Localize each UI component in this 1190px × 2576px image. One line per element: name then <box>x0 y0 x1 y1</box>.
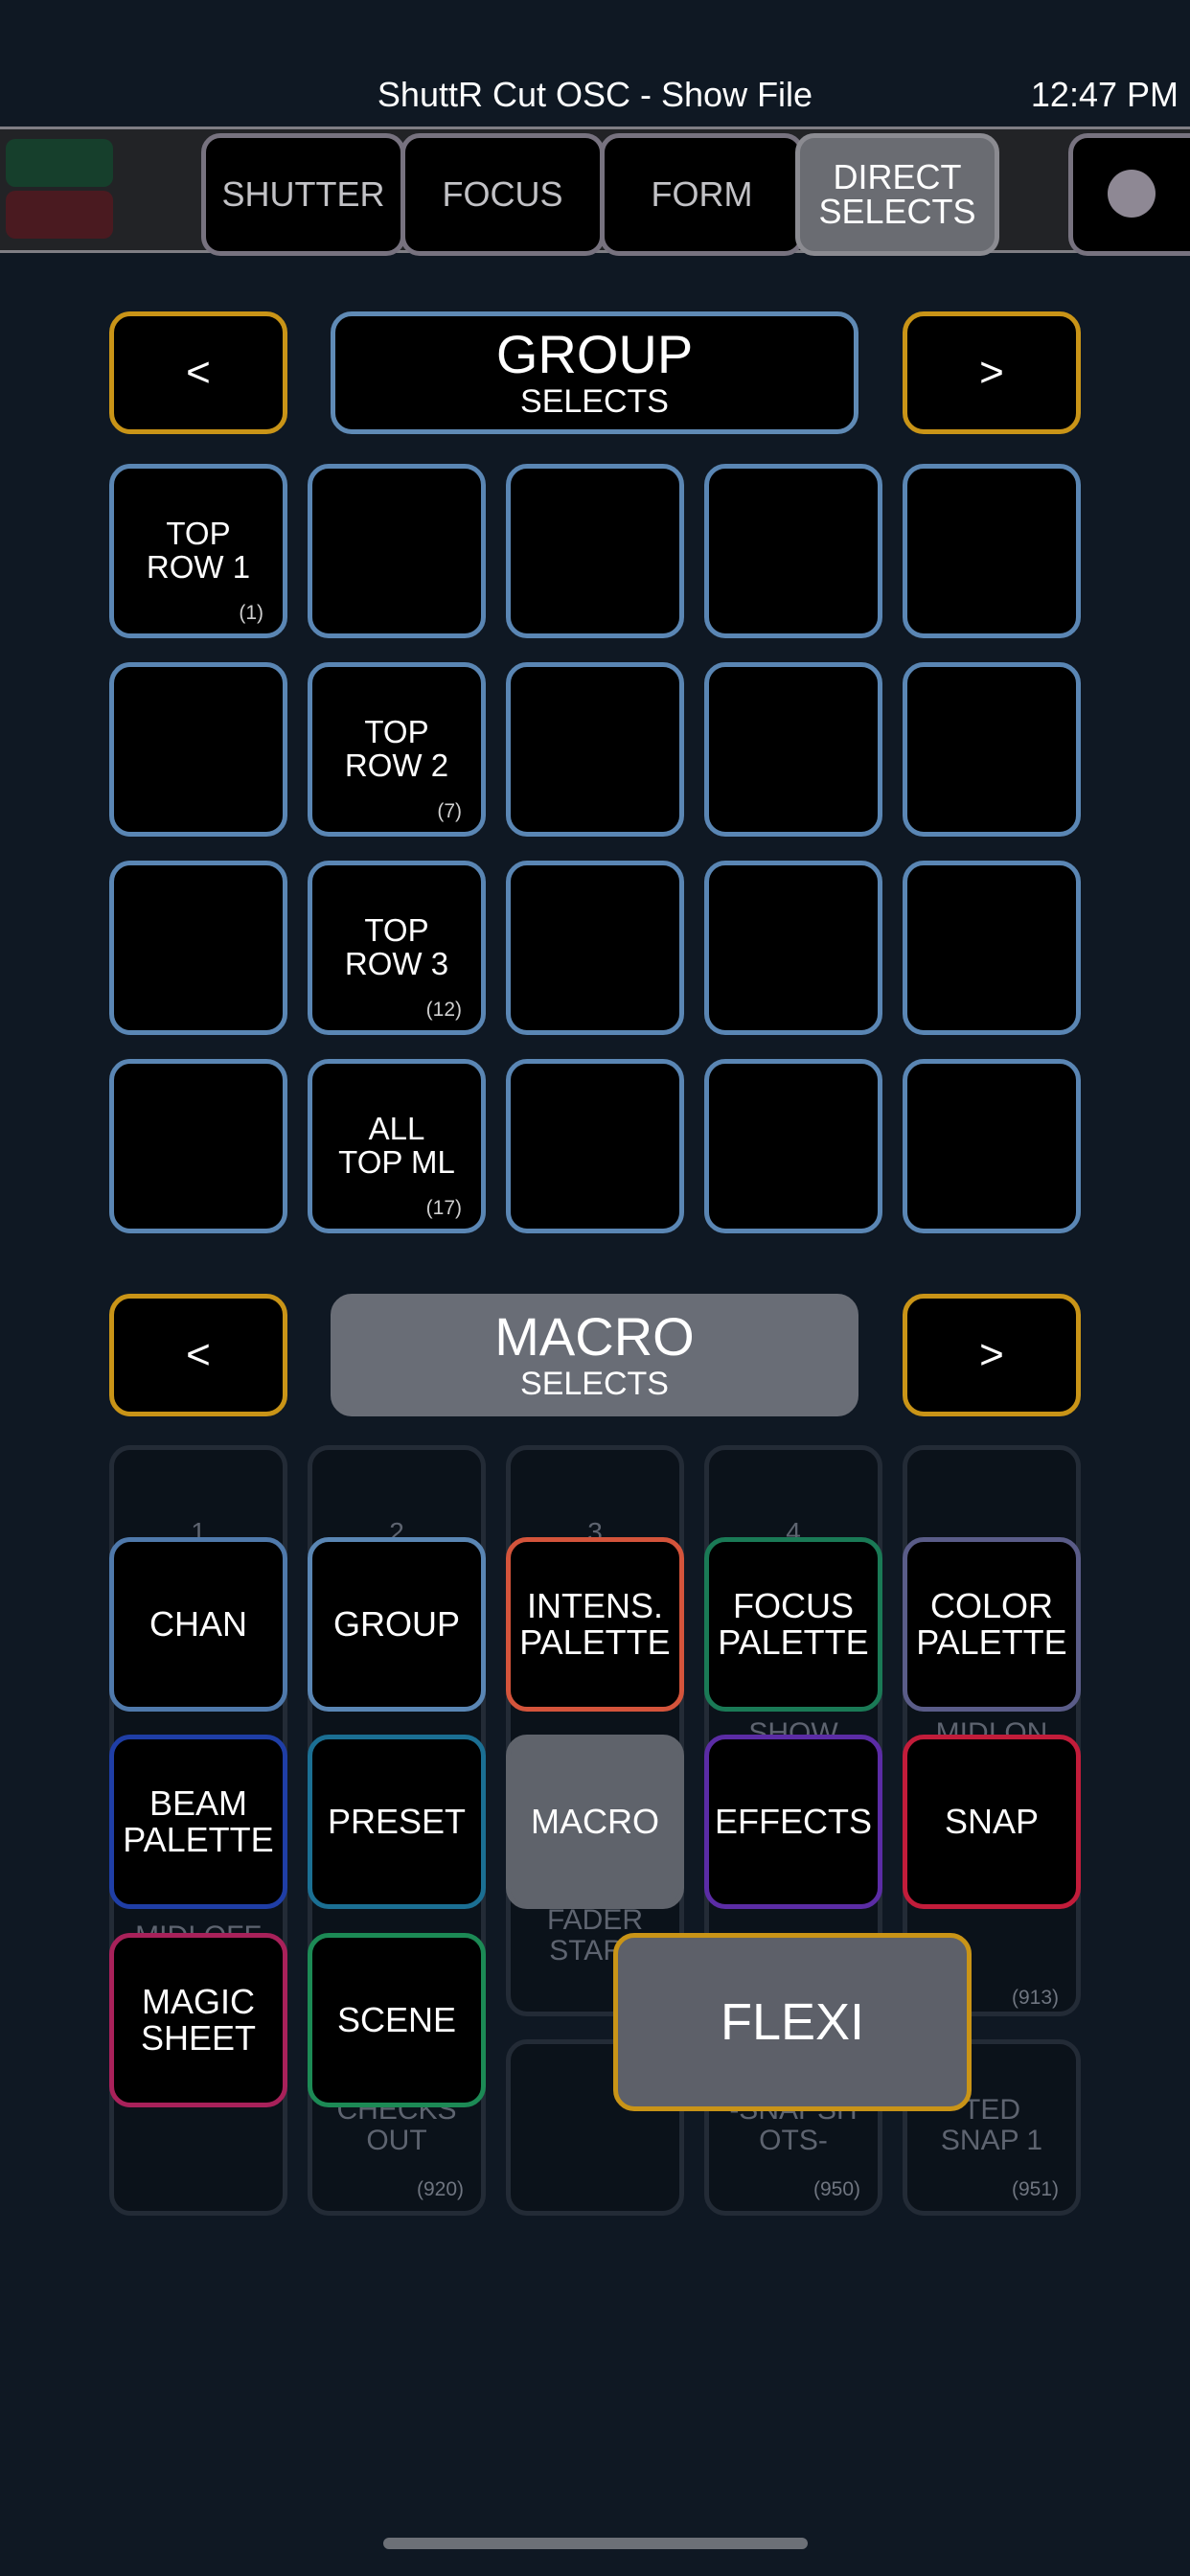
group-cell[interactable] <box>506 861 684 1035</box>
beam-palette-button[interactable]: BEAM PALETTE <box>109 1735 287 1909</box>
macro-tile-number: (950) <box>812 2178 860 2200</box>
group-cell[interactable] <box>903 1059 1081 1233</box>
group-header-subtitle: SELECTS <box>520 383 669 420</box>
group-cell[interactable] <box>704 1059 882 1233</box>
macro-tile[interactable]: MIDI ON FADER SWITCH PG2 (913) <box>903 1445 1081 2016</box>
window-title: ShuttR Cut OSC - Show File <box>377 75 813 114</box>
group-button[interactable]: GROUP <box>308 1537 486 1712</box>
status-indicator-red <box>6 191 113 239</box>
group-cell[interactable] <box>704 662 882 837</box>
group-cell[interactable] <box>506 1059 684 1233</box>
group-cell-number: (12) <box>425 998 462 1021</box>
flexi-button[interactable]: FLEXI <box>613 1933 972 2111</box>
macro-prev-button[interactable]: < <box>109 1294 287 1416</box>
chan-button[interactable]: CHAN <box>109 1537 287 1712</box>
macro-tile-number: (913) <box>1011 1987 1059 2009</box>
group-cell[interactable] <box>308 464 486 638</box>
macro-tile[interactable]: 3 FADER START <box>506 1445 684 2016</box>
group-cell-label: TOP ROW 1 <box>146 516 251 585</box>
home-indicator[interactable] <box>383 2538 808 2549</box>
group-cell[interactable] <box>109 861 287 1035</box>
macro-header-subtitle: SELECTS <box>520 1366 669 1402</box>
tab-shutter[interactable]: SHUTTER <box>201 133 405 256</box>
record-dot-icon <box>1108 170 1156 218</box>
macro-tile-number: (920) <box>416 2178 464 2200</box>
macro-tile-number: (951) <box>1011 2178 1059 2200</box>
macro-header-title: MACRO <box>494 1306 695 1367</box>
macro-selects-header[interactable]: MACRO SELECTS <box>331 1294 858 1416</box>
color-palette-button[interactable]: COLOR PALETTE <box>903 1537 1081 1712</box>
status-indicator-green <box>6 139 113 187</box>
tab-focus[interactable]: FOCUS <box>400 133 605 256</box>
group-cell-number: (17) <box>425 1196 462 1219</box>
preset-button[interactable]: PRESET <box>308 1735 486 1909</box>
macro-next-button[interactable]: > <box>903 1294 1081 1416</box>
group-cell[interactable] <box>109 662 287 837</box>
group-cell-number: (1) <box>239 601 263 624</box>
group-cell-label: ALL TOP ML <box>338 1111 455 1180</box>
tab-form[interactable]: FORM <box>600 133 804 256</box>
focus-palette-button[interactable]: FOCUS PALETTE <box>704 1537 882 1712</box>
group-cell[interactable] <box>704 861 882 1035</box>
intens-palette-button[interactable]: INTENS. PALETTE <box>506 1537 684 1712</box>
group-cell-label: TOP ROW 3 <box>344 912 449 981</box>
group-cell-number: (7) <box>437 799 462 822</box>
group-selects-header[interactable]: GROUP SELECTS <box>331 311 858 434</box>
group-cell[interactable] <box>903 861 1081 1035</box>
record-button[interactable] <box>1068 133 1190 256</box>
snap-button[interactable]: SNAP <box>903 1735 1081 1909</box>
group-cell[interactable]: ALL TOP ML (17) <box>308 1059 486 1233</box>
group-cell[interactable] <box>903 662 1081 837</box>
magic-sheet-button[interactable]: MAGIC SHEET <box>109 1933 287 2107</box>
macro-button[interactable]: MACRO <box>506 1735 684 1909</box>
macro-tile[interactable]: 4 SHOW FADER SWITCH <box>704 1445 882 2016</box>
tab-direct-selects[interactable]: DIRECT SELECTS <box>795 133 999 256</box>
group-cell[interactable] <box>704 464 882 638</box>
scene-button[interactable]: SCENE <box>308 1933 486 2107</box>
group-cell[interactable] <box>506 464 684 638</box>
group-header-title: GROUP <box>495 324 694 384</box>
top-tab-bar: SHUTTER FOCUS FORM DIRECT SELECTS <box>0 126 1190 256</box>
group-cell[interactable]: TOP ROW 2 (7) <box>308 662 486 837</box>
group-cell[interactable]: TOP ROW 3 (12) <box>308 861 486 1035</box>
group-cell-label: TOP ROW 2 <box>344 714 449 783</box>
macro-tile[interactable]: 1 10 MIDI OFF <box>109 1445 287 2016</box>
effects-button[interactable]: EFFECTS <box>704 1735 882 1909</box>
group-prev-button[interactable]: < <box>109 311 287 434</box>
clock: 12:47 PM <box>1030 75 1179 114</box>
group-cell[interactable] <box>109 1059 287 1233</box>
group-cell[interactable] <box>506 662 684 837</box>
group-next-button[interactable]: > <box>903 311 1081 434</box>
macro-tile[interactable]: 2 11 <box>308 1445 486 2016</box>
group-cell[interactable]: TOP ROW 1 (1) <box>109 464 287 638</box>
group-cell[interactable] <box>903 464 1081 638</box>
